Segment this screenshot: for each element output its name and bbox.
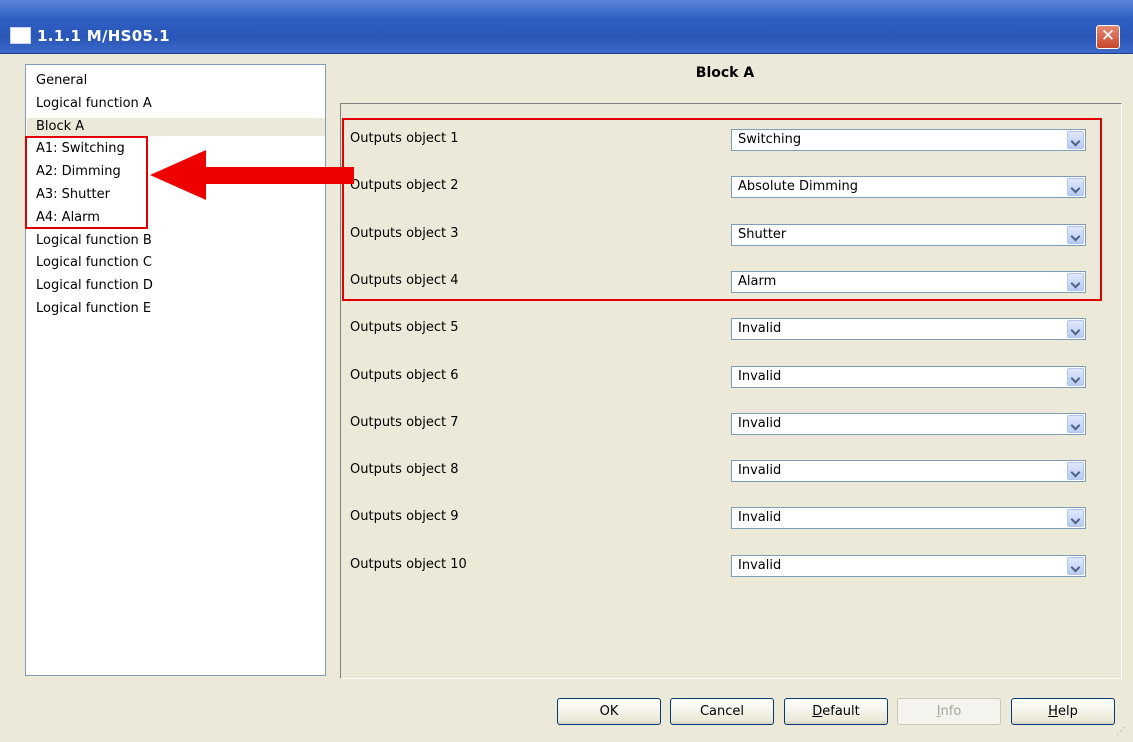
tree-item[interactable]: Logical function A xyxy=(36,95,152,113)
cancel-label: Cancel xyxy=(699,704,745,719)
param-label: Outputs object 9 xyxy=(350,509,459,525)
close-icon: ✕ xyxy=(1100,26,1116,46)
chevron-down-icon[interactable] xyxy=(1067,414,1084,433)
window-icon xyxy=(10,27,31,44)
resize-grip[interactable]: ⋰ xyxy=(1116,726,1130,740)
param-select[interactable]: Invalid xyxy=(731,554,1086,577)
help-label: elp xyxy=(1057,704,1078,719)
param-label: Outputs object 8 xyxy=(350,462,459,478)
chevron-down-icon[interactable] xyxy=(1067,320,1084,339)
param-label: Outputs object 7 xyxy=(350,414,459,430)
cancel-button[interactable]: Cancel xyxy=(670,698,774,725)
tree-item[interactable]: Logical function B xyxy=(36,232,152,250)
tree-item[interactable]: Block A xyxy=(27,117,325,136)
param-select[interactable]: Invalid xyxy=(731,460,1086,483)
annotation-arrow-shaft xyxy=(204,167,354,184)
param-select[interactable]: Invalid xyxy=(731,412,1086,435)
ok-label: OK xyxy=(599,704,619,719)
chevron-down-icon[interactable] xyxy=(1067,462,1084,481)
param-select-value: Invalid xyxy=(738,415,782,431)
help-accesskey: H xyxy=(1048,704,1058,719)
annotation-arrow-head xyxy=(150,150,206,200)
tree-item[interactable]: Logical function D xyxy=(36,277,153,295)
param-label: Outputs object 10 xyxy=(350,556,467,572)
chevron-down-icon[interactable] xyxy=(1067,367,1084,386)
title-bar: 1.1.1 M/HS05.1 ✕ xyxy=(0,0,1133,54)
chevron-down-icon[interactable] xyxy=(1067,509,1084,528)
param-select[interactable]: Invalid xyxy=(731,365,1086,388)
param-select[interactable]: Invalid xyxy=(731,318,1086,341)
info-label: nfo xyxy=(940,704,962,719)
param-label: Outputs object 6 xyxy=(350,367,459,383)
close-button[interactable]: ✕ xyxy=(1096,25,1120,49)
param-select[interactable]: Invalid xyxy=(731,507,1086,530)
annotation-box-params xyxy=(342,118,1102,301)
tree-item[interactable]: General xyxy=(36,72,87,90)
page-title: Block A xyxy=(695,65,755,81)
default-button[interactable]: Default xyxy=(784,698,888,725)
param-select-value: Invalid xyxy=(738,321,782,337)
ok-button[interactable]: OK xyxy=(557,698,661,725)
tree-item[interactable]: Logical function E xyxy=(36,300,151,318)
default-label: efault xyxy=(822,704,860,719)
annotation-box-tree xyxy=(25,136,148,229)
param-select-value: Invalid xyxy=(738,463,782,479)
param-select-value: Invalid xyxy=(738,510,782,526)
help-button[interactable]: Help xyxy=(1011,698,1115,725)
tree-item[interactable]: Logical function C xyxy=(36,254,152,272)
default-accesskey: D xyxy=(812,704,823,719)
param-label: Outputs object 5 xyxy=(350,320,459,336)
chevron-down-icon[interactable] xyxy=(1067,556,1084,575)
param-select-value: Invalid xyxy=(738,557,782,573)
window-title: 1.1.1 M/HS05.1 xyxy=(37,27,170,45)
param-select-value: Invalid xyxy=(738,368,782,384)
info-button: Info xyxy=(897,698,1001,725)
